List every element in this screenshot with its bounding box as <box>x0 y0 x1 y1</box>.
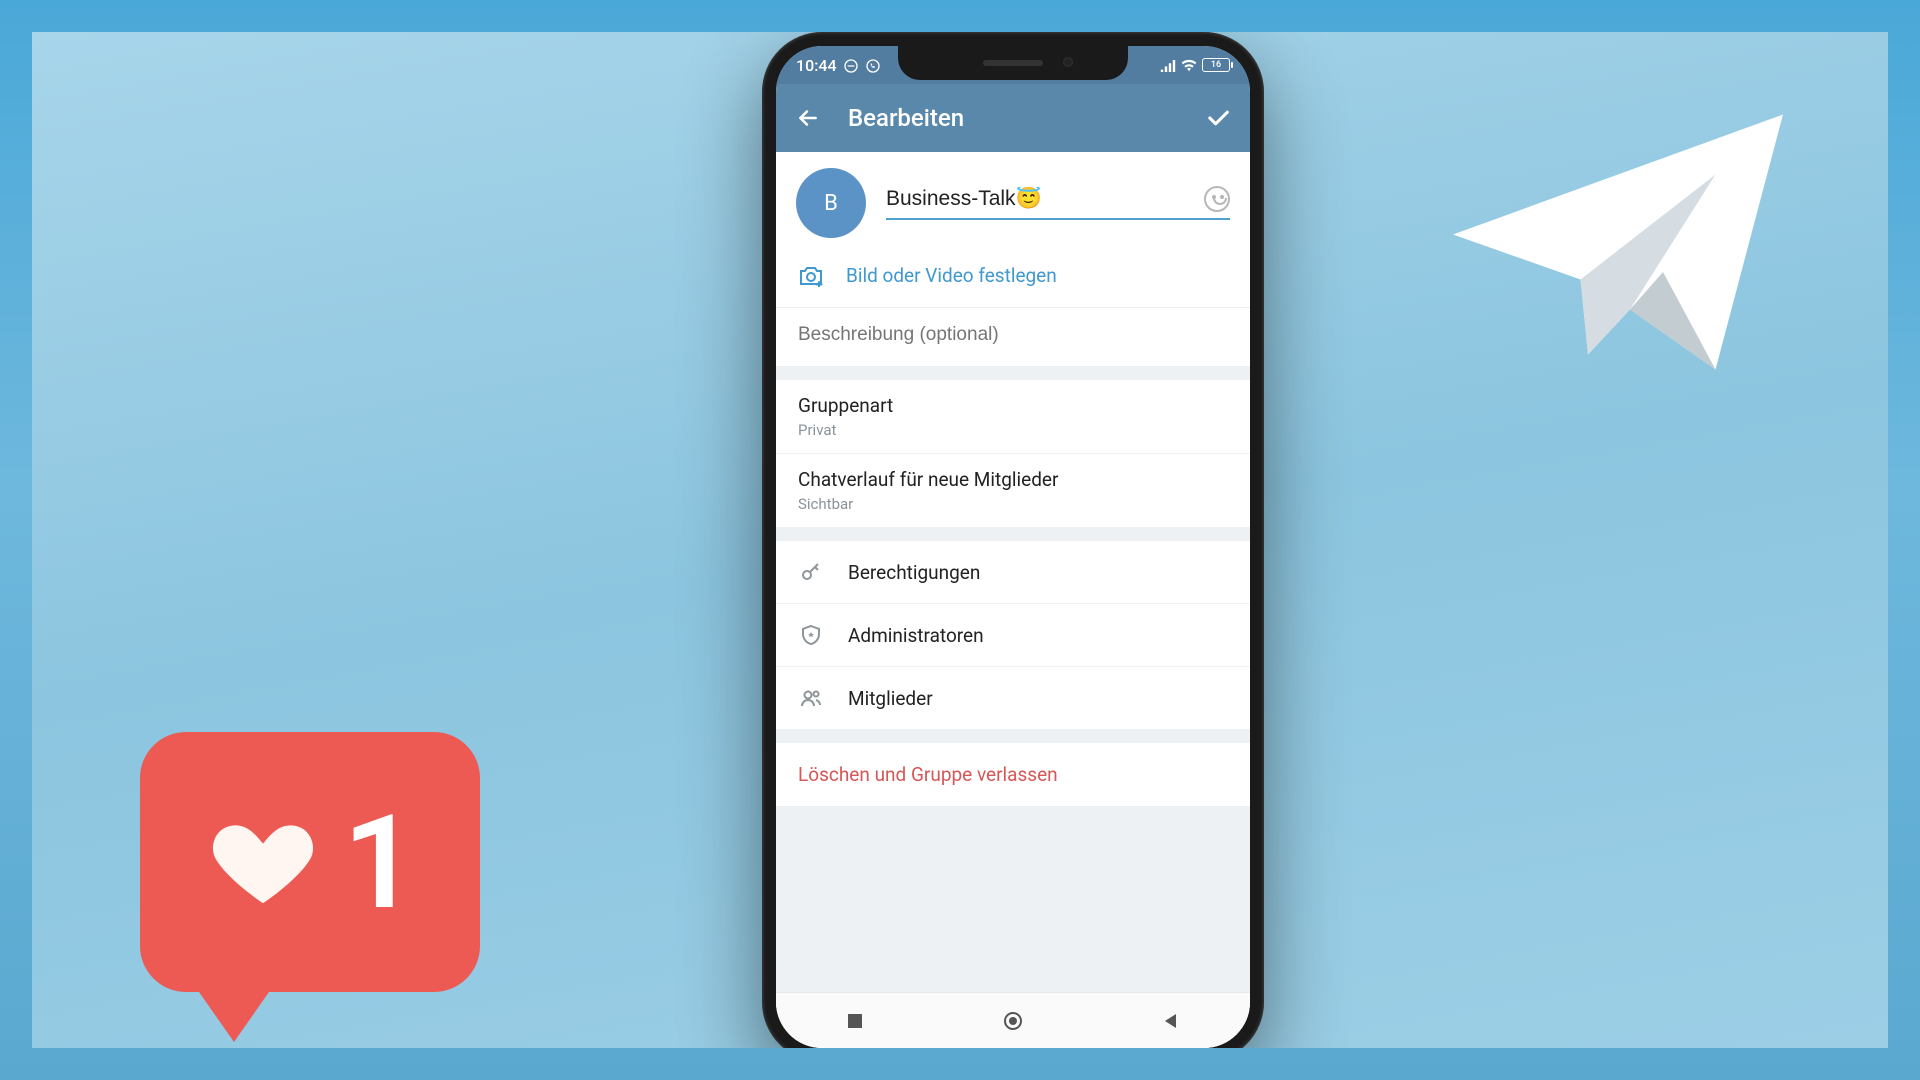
back-button[interactable] <box>794 104 822 132</box>
like-bubble-tail <box>192 982 276 1042</box>
camera-add-icon <box>798 265 824 287</box>
chat-history-row[interactable]: Chatverlauf für neue Mitglieder Sichtbar <box>776 453 1250 527</box>
group-avatar[interactable]: B <box>796 168 866 238</box>
phone-mockup: 10:44 16 <box>762 32 1264 1048</box>
members-icon <box>798 685 824 711</box>
danger-card: Löschen und Gruppe verlassen <box>776 743 1250 806</box>
set-photo-label: Bild oder Video festlegen <box>846 264 1057 287</box>
background-frame: 10:44 16 <box>32 32 1888 1048</box>
administrators-row[interactable]: Administratoren <box>776 603 1250 666</box>
group-name-field[interactable] <box>886 186 1230 220</box>
battery-icon: 16 <box>1202 58 1230 72</box>
set-photo-row[interactable]: Bild oder Video festlegen <box>776 250 1250 307</box>
description-input[interactable] <box>798 324 1228 346</box>
profile-card: B Bild oder Video festlegen <box>776 152 1250 366</box>
group-type-label: Gruppenart <box>798 394 1228 417</box>
profile-row: B <box>776 152 1250 250</box>
wifi-icon <box>1181 58 1197 72</box>
whatsapp-icon <box>865 58 881 72</box>
group-type-row[interactable]: Gruppenart Privat <box>776 380 1250 453</box>
group-name-input[interactable] <box>886 187 1196 211</box>
nav-back-icon[interactable] <box>1161 1011 1181 1031</box>
signal-icon <box>1160 58 1176 72</box>
nav-recents-icon[interactable] <box>845 1011 865 1031</box>
chat-history-value: Sichtbar <box>798 495 1228 513</box>
key-icon <box>798 559 824 585</box>
description-row[interactable] <box>776 307 1250 366</box>
like-count: 1 <box>343 786 417 939</box>
content-area: B Bild oder Video festlegen <box>776 152 1250 1048</box>
members-row[interactable]: Mitglieder <box>776 666 1250 729</box>
app-header: Bearbeiten <box>776 84 1250 152</box>
like-bubble: 1 <box>140 732 480 992</box>
header-title: Bearbeiten <box>848 104 1204 132</box>
dnd-icon <box>843 58 859 72</box>
members-label: Mitglieder <box>848 687 933 710</box>
shield-star-icon <box>798 622 824 648</box>
management-card: Berechtigungen Administratoren Mitgliede… <box>776 541 1250 729</box>
avatar-letter: B <box>824 191 838 216</box>
emoji-picker-icon[interactable] <box>1204 186 1230 212</box>
permissions-row[interactable]: Berechtigungen <box>776 541 1250 603</box>
confirm-button[interactable] <box>1204 104 1232 132</box>
delete-leave-label: Löschen und Gruppe verlassen <box>798 763 1058 786</box>
android-nav-bar <box>776 992 1250 1048</box>
delete-leave-row[interactable]: Löschen und Gruppe verlassen <box>776 743 1250 806</box>
group-type-value: Privat <box>798 421 1228 439</box>
telegram-plane-icon <box>1438 92 1798 392</box>
settings-card: Gruppenart Privat Chatverlauf für neue M… <box>776 380 1250 527</box>
phone-screen: 10:44 16 <box>776 46 1250 1048</box>
phone-notch <box>898 46 1128 80</box>
administrators-label: Administratoren <box>848 624 984 647</box>
chat-history-label: Chatverlauf für neue Mitglieder <box>798 468 1228 491</box>
nav-home-icon[interactable] <box>1003 1011 1023 1031</box>
status-time: 10:44 <box>796 56 837 75</box>
permissions-label: Berechtigungen <box>848 561 980 584</box>
heart-icon <box>203 807 323 917</box>
